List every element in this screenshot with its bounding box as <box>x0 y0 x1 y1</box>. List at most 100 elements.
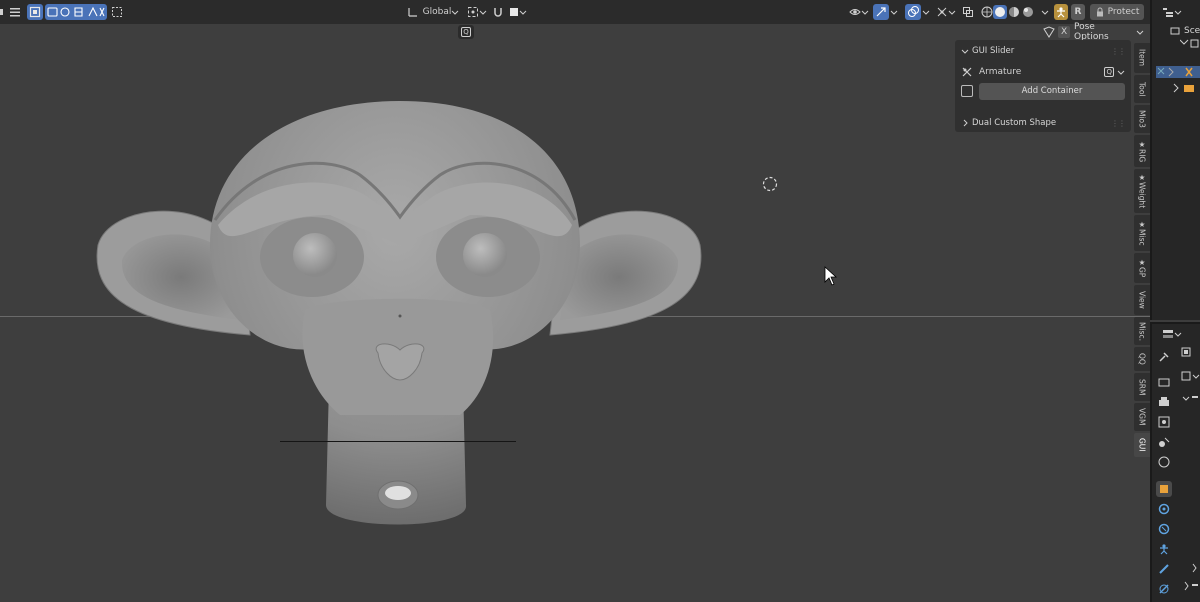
xray-icon <box>963 7 973 17</box>
gui-slider-header[interactable]: GUI Slider ⋮⋮ <box>961 44 1126 58</box>
bone-properties-tab[interactable] <box>1156 561 1172 577</box>
tab-item[interactable]: Item <box>1134 43 1150 73</box>
overlays-toggle[interactable] <box>905 4 921 20</box>
toggle-xray-button[interactable] <box>110 4 124 20</box>
render-properties-tab[interactable] <box>1156 374 1172 390</box>
visibility-dropdown[interactable] <box>848 4 870 20</box>
scene-collection-icon <box>1170 27 1180 35</box>
physics-properties-tab[interactable] <box>1156 501 1172 517</box>
collapsed-panel-header-2[interactable] <box>1182 580 1200 592</box>
r-toggle-button[interactable]: R <box>1071 4 1085 20</box>
pin-box-icon <box>1181 347 1191 357</box>
tab-view[interactable]: View <box>1134 285 1150 315</box>
armature-q-badge: Q <box>1104 67 1114 77</box>
pose-options-dropdown[interactable]: Pose Options <box>1074 22 1144 42</box>
add-container-button[interactable]: Add Container <box>979 82 1125 100</box>
armature-data-tab[interactable] <box>1156 541 1172 557</box>
chevron-down-icon <box>861 10 869 15</box>
scene-properties-tab[interactable] <box>1156 434 1172 450</box>
outliner-editor: Sce <box>1150 0 1200 320</box>
outliner-editor-type[interactable] <box>1162 5 1184 19</box>
armature-row: Armature Q <box>961 64 1125 80</box>
gizmo-icon <box>876 7 886 17</box>
pivot-point-dropdown[interactable] <box>466 4 488 20</box>
tab-gui[interactable]: GUI <box>1134 433 1150 457</box>
object-selector[interactable] <box>1180 370 1200 384</box>
armature-selector[interactable]: Q <box>1104 67 1125 77</box>
world-properties-tab[interactable] <box>1156 454 1172 470</box>
pose-tools-group: X <box>1042 24 1072 40</box>
snap-target-dropdown[interactable] <box>507 4 529 20</box>
gui-slider-title: GUI Slider <box>972 46 1015 56</box>
tab-srm[interactable]: SRM <box>1134 373 1150 401</box>
protect-button[interactable]: Protect <box>1090 4 1144 20</box>
tool-properties-tab[interactable] <box>1156 349 1172 365</box>
dual-custom-shape-header[interactable]: Dual Custom Shape ⋮⋮ <box>961 116 1126 130</box>
drag-handle-icon[interactable]: ⋮⋮ <box>1111 47 1126 56</box>
chevron-down-icon <box>1117 70 1125 75</box>
drag-handle-icon[interactable]: ⋮⋮ <box>1111 119 1126 128</box>
object-properties-tab[interactable] <box>1156 481 1172 497</box>
pivot-icon <box>468 7 478 17</box>
menu-button[interactable] <box>8 4 22 20</box>
tab-rig[interactable]: ★RIG <box>1134 135 1150 167</box>
constraints-properties-tab[interactable] <box>1156 521 1172 537</box>
shading-modes-icon[interactable] <box>980 5 1040 19</box>
selection-modes-icon[interactable] <box>46 5 106 19</box>
chevron-down-icon <box>961 49 969 54</box>
xray-toggle[interactable] <box>961 4 975 20</box>
chevron-down-icon <box>1136 30 1144 35</box>
printer-icon <box>1159 397 1169 406</box>
bone-icon <box>1159 564 1169 574</box>
quick-menu-button[interactable]: Q <box>458 25 474 39</box>
armature-row-selected[interactable] <box>1156 66 1200 78</box>
chevron-right-icon <box>1192 563 1197 573</box>
tab-misc-star[interactable]: ★Misc <box>1134 215 1150 251</box>
properties-editor-type[interactable] <box>1162 327 1184 341</box>
x-mirror-toggle[interactable]: X <box>1058 26 1071 38</box>
tab-tool[interactable]: Tool <box>1134 75 1150 103</box>
transform-orientation-label: Global <box>422 7 452 17</box>
scene-collection-row[interactable]: Sce <box>1170 24 1200 38</box>
chevron-down-icon <box>948 10 956 15</box>
tab-gp[interactable]: ★GP <box>1134 253 1150 283</box>
gui-slider-panel: GUI Slider ⋮⋮ Armature Q Add Container D… <box>955 40 1131 132</box>
overlays-dropdown[interactable] <box>921 4 931 20</box>
output-properties-tab[interactable] <box>1156 394 1172 410</box>
bone-constraints-tab[interactable] <box>1156 581 1172 597</box>
transform-orientation-dropdown[interactable]: Global <box>406 4 460 20</box>
armature-selected-icons <box>1157 67 1193 77</box>
3d-cursor-icon <box>762 176 778 192</box>
tab-mio3[interactable]: Mio3 <box>1134 105 1150 133</box>
camera-icon <box>1173 83 1194 93</box>
editor-type-edge[interactable] <box>0 4 4 20</box>
bone-overlay-dropdown[interactable] <box>935 4 957 20</box>
select-box-mode-button[interactable] <box>27 4 43 20</box>
snap-toggle[interactable] <box>491 4 505 20</box>
chevron-down-icon <box>452 10 459 15</box>
properties-header-icons[interactable] <box>1180 346 1200 360</box>
tab-qq[interactable]: QQ <box>1134 347 1150 371</box>
world-icon <box>1158 456 1170 468</box>
suzanne-mesh[interactable] <box>90 95 710 540</box>
gizmo-dropdown[interactable] <box>889 4 899 20</box>
tab-misc[interactable]: Misc. <box>1134 317 1150 345</box>
object-square-icon <box>1160 485 1168 493</box>
transform-panel-header[interactable] <box>1182 393 1200 405</box>
tab-vgm[interactable]: VGM <box>1134 403 1150 431</box>
outliner-icon <box>1163 8 1173 17</box>
view-layer-properties-tab[interactable] <box>1156 414 1172 430</box>
pose-mirror-icon[interactable] <box>1042 25 1056 39</box>
camera-row[interactable] <box>1172 82 1200 94</box>
eye-icon <box>849 9 861 15</box>
add-container-checkbox[interactable] <box>961 85 973 97</box>
hamburger-icon <box>10 8 20 17</box>
shading-dropdown[interactable] <box>1040 4 1050 20</box>
collapsed-panel-header[interactable] <box>1190 562 1200 574</box>
selection-modes-group <box>45 4 107 20</box>
shading-modes-group <box>980 4 1040 20</box>
gizmo-toggle[interactable] <box>873 4 889 20</box>
tab-weight[interactable]: ★Weight <box>1134 169 1150 213</box>
pose-lock-toggle[interactable] <box>1054 4 1068 20</box>
collection-row[interactable] <box>1179 38 1200 50</box>
